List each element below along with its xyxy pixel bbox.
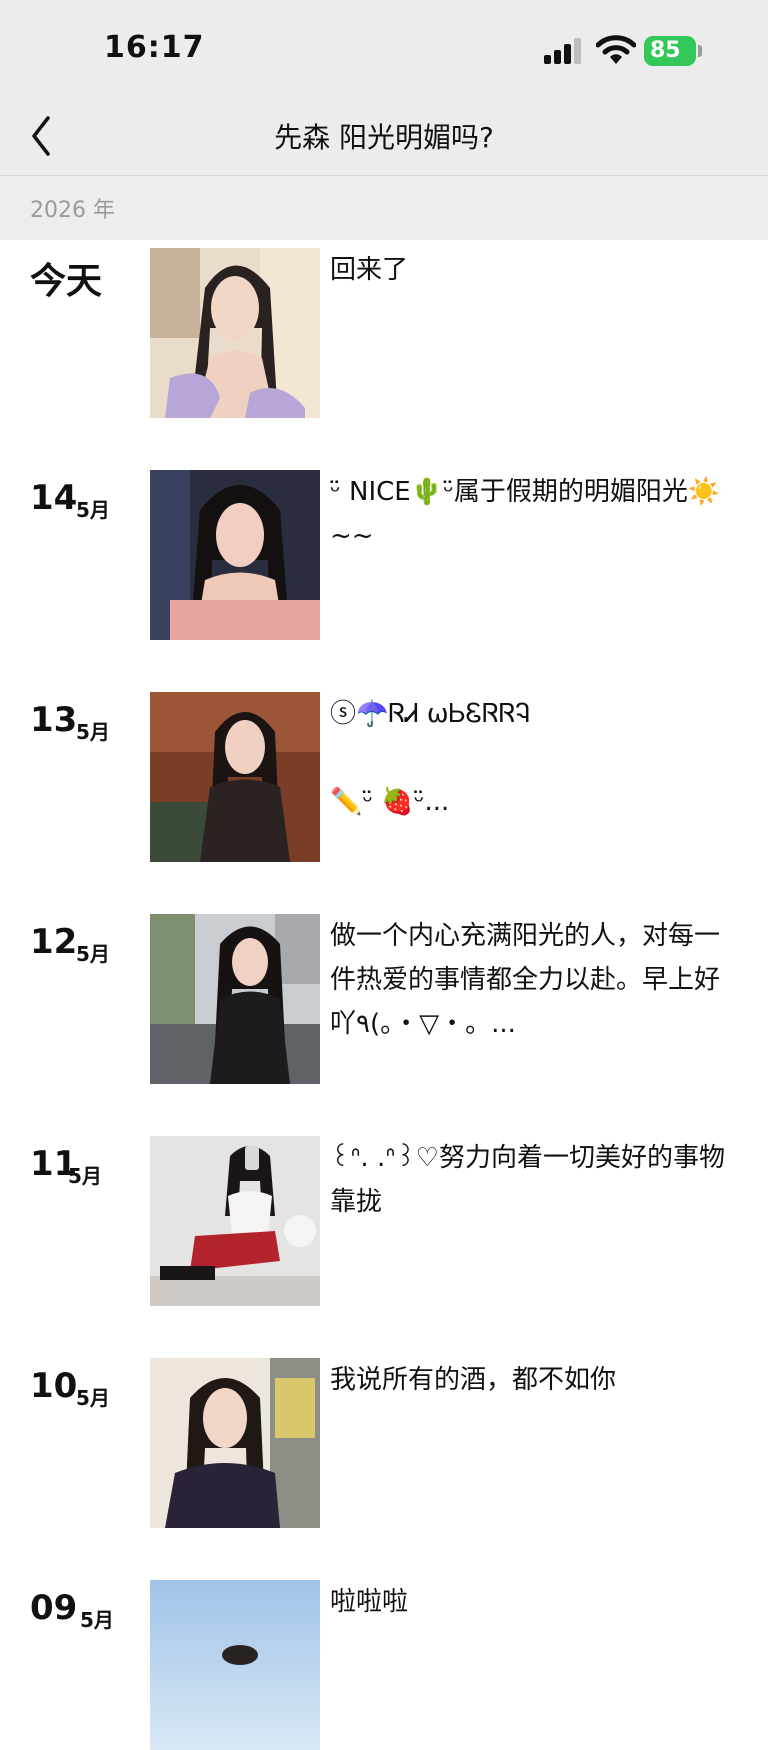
post-photo[interactable] xyxy=(150,914,320,1084)
post-caption: ⓢ☂️ᏒᏗ ωᏏᏋᏒᏒᎸ ✏️ᵕ̈ 🍓ᵕ̈... xyxy=(330,699,531,817)
post-photo[interactable] xyxy=(150,1580,320,1750)
post-item[interactable]: 今天 回来了 xyxy=(0,248,768,418)
post-month: 5月 xyxy=(76,1386,110,1410)
battery-tip xyxy=(698,45,702,57)
year-label: 2026 年 xyxy=(30,198,115,223)
post-photo[interactable] xyxy=(150,248,320,418)
post-item[interactable]: 10 5月 我说所有的酒，都不如你 xyxy=(0,1358,768,1528)
battery-level: 85 xyxy=(650,38,681,63)
post-item[interactable]: 09 5月 啦啦啦 xyxy=(0,1580,768,1750)
status-time: 16:17 xyxy=(104,30,205,65)
post-day: 10 xyxy=(30,1366,78,1406)
post-day: 13 xyxy=(30,700,78,740)
post-month: 5月 xyxy=(68,1164,102,1188)
post-photo[interactable] xyxy=(150,692,320,862)
post-caption: 啦啦啦 xyxy=(330,1587,409,1617)
year-header: 2026 年 xyxy=(0,176,768,240)
post-day: 12 xyxy=(30,922,78,962)
post-day: 今天 xyxy=(30,261,103,302)
post-photo[interactable] xyxy=(150,470,320,640)
post-item[interactable]: 11 5月 ꒰ᐢ. .ᐢ꒱♡努力向着一切美好的事物靠拢 xyxy=(0,1136,768,1306)
cellular-signal-icon xyxy=(544,38,584,64)
post-day: 09 xyxy=(30,1588,78,1628)
post-photo[interactable] xyxy=(150,1358,320,1528)
top-bar: 16:17 85 先森 阳光明媚吗? xyxy=(0,0,768,176)
post-caption: ᵕ̈ NICE🌵ᵕ̈属于假期的明媚阳光☀️~~ xyxy=(330,477,721,551)
post-month: 5月 xyxy=(80,1608,114,1632)
post-month: 5月 xyxy=(76,720,110,744)
post-item[interactable]: 12 5月 做一个内心充满阳光的人，对每一件热爱的事情都全力以赴。早上好吖٩(。… xyxy=(0,914,768,1084)
post-item[interactable]: 14 5月 ᵕ̈ NICE🌵ᵕ̈属于假期的明媚阳光☀️~~ xyxy=(0,470,768,640)
post-caption: 我说所有的酒，都不如你 xyxy=(330,1365,617,1395)
post-month: 5月 xyxy=(76,498,110,522)
wifi-icon xyxy=(596,35,636,64)
post-month: 5月 xyxy=(76,942,110,966)
post-caption: 做一个内心充满阳光的人，对每一件热爱的事情都全力以赴。早上好吖٩(。・▽・。..… xyxy=(330,921,721,1039)
post-day: 14 xyxy=(30,478,78,518)
post-caption: 回来了 xyxy=(330,255,409,285)
post-photo[interactable] xyxy=(150,1136,320,1306)
post-caption: ꒰ᐢ. .ᐢ꒱♡努力向着一切美好的事物靠拢 xyxy=(330,1143,725,1217)
post-item[interactable]: 13 5月 ⓢ☂️ᏒᏗ ωᏏᏋᏒᏒᎸ ✏️ᵕ̈ 🍓ᵕ̈... xyxy=(0,692,768,862)
page-title: 先森 阳光明媚吗? xyxy=(274,121,494,154)
battery-icon: 85 xyxy=(644,36,696,66)
